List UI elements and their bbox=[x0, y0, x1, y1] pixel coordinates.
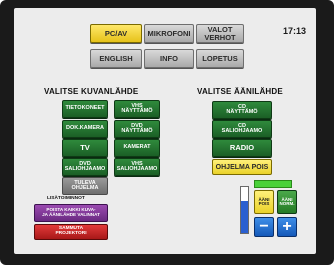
volume-level-fill bbox=[241, 200, 248, 233]
tab-valot-verhot[interactable]: VALOT VERHOT bbox=[196, 24, 244, 43]
touch-screen: PC/AV MIKROFONI VALOT VERHOT ENGLISH INF… bbox=[14, 8, 316, 254]
video-source-vhs-saliohjaamo[interactable]: VHS SALIOHJAAMO bbox=[114, 158, 160, 176]
clear-selections-button[interactable]: POISTA KAIKKI KUVA- JA ÄÄNILÄHDE VALINNA… bbox=[34, 204, 108, 222]
mute-on-button[interactable]: ÄÄNI POIS bbox=[254, 190, 274, 214]
video-source-dok-kamera[interactable]: DOK.KAMERA bbox=[62, 120, 108, 138]
volume-level-bar bbox=[240, 186, 249, 234]
tab-lopetus[interactable]: LOPETUS bbox=[196, 49, 244, 68]
video-source-dvd-nayttamo[interactable]: DVD NÄYTTÄMÖ bbox=[114, 120, 160, 138]
tab-english[interactable]: ENGLISH bbox=[90, 49, 142, 68]
mute-off-button[interactable]: ÄÄNI NORM. bbox=[277, 190, 297, 214]
extra-section-title: LISÄTOIMINNOT bbox=[47, 196, 85, 201]
volume-down-button[interactable]: − bbox=[254, 217, 274, 237]
video-source-tietokoneet[interactable]: TIETOKONEET bbox=[62, 100, 108, 118]
video-source-vhs-nayttamo[interactable]: VHS NÄYTTÄMÖ bbox=[114, 100, 160, 118]
tab-mikrofoni[interactable]: MIKROFONI bbox=[144, 24, 194, 43]
audio-source-cd-saliohjaamo[interactable]: CD SALIOHJAAMO bbox=[212, 120, 272, 138]
video-source-tv[interactable]: TV bbox=[62, 139, 108, 157]
video-source-tuleva-ohjelma[interactable]: TULEVA OHJELMA bbox=[62, 177, 108, 195]
volume-up-button[interactable]: + bbox=[277, 217, 297, 237]
clock: 17:13 bbox=[283, 26, 307, 36]
video-section-title: VALITSE KUVANLÄHDE bbox=[44, 87, 139, 96]
tab-pc-av[interactable]: PC/AV bbox=[90, 24, 142, 43]
video-source-dvd-saliohjaamo[interactable]: DVD SALIOHJAAMO bbox=[62, 158, 108, 176]
audio-ohjelma-pois-button[interactable]: OHJELMA POIS bbox=[212, 159, 272, 175]
audio-source-radio[interactable]: RADIO bbox=[212, 139, 272, 157]
volume-indicator-strip bbox=[254, 180, 292, 188]
projector-off-button[interactable]: SAMMUTA PROJEKTORI bbox=[34, 224, 108, 240]
tab-info[interactable]: INFO bbox=[144, 49, 194, 68]
video-source-kamerat[interactable]: KAMERAT bbox=[114, 139, 160, 157]
audio-section-title: VALITSE ÄÄNILÄHDE bbox=[197, 87, 283, 96]
audio-source-cd-nayttamo[interactable]: CD NÄYTTÄMÖ bbox=[212, 101, 272, 119]
